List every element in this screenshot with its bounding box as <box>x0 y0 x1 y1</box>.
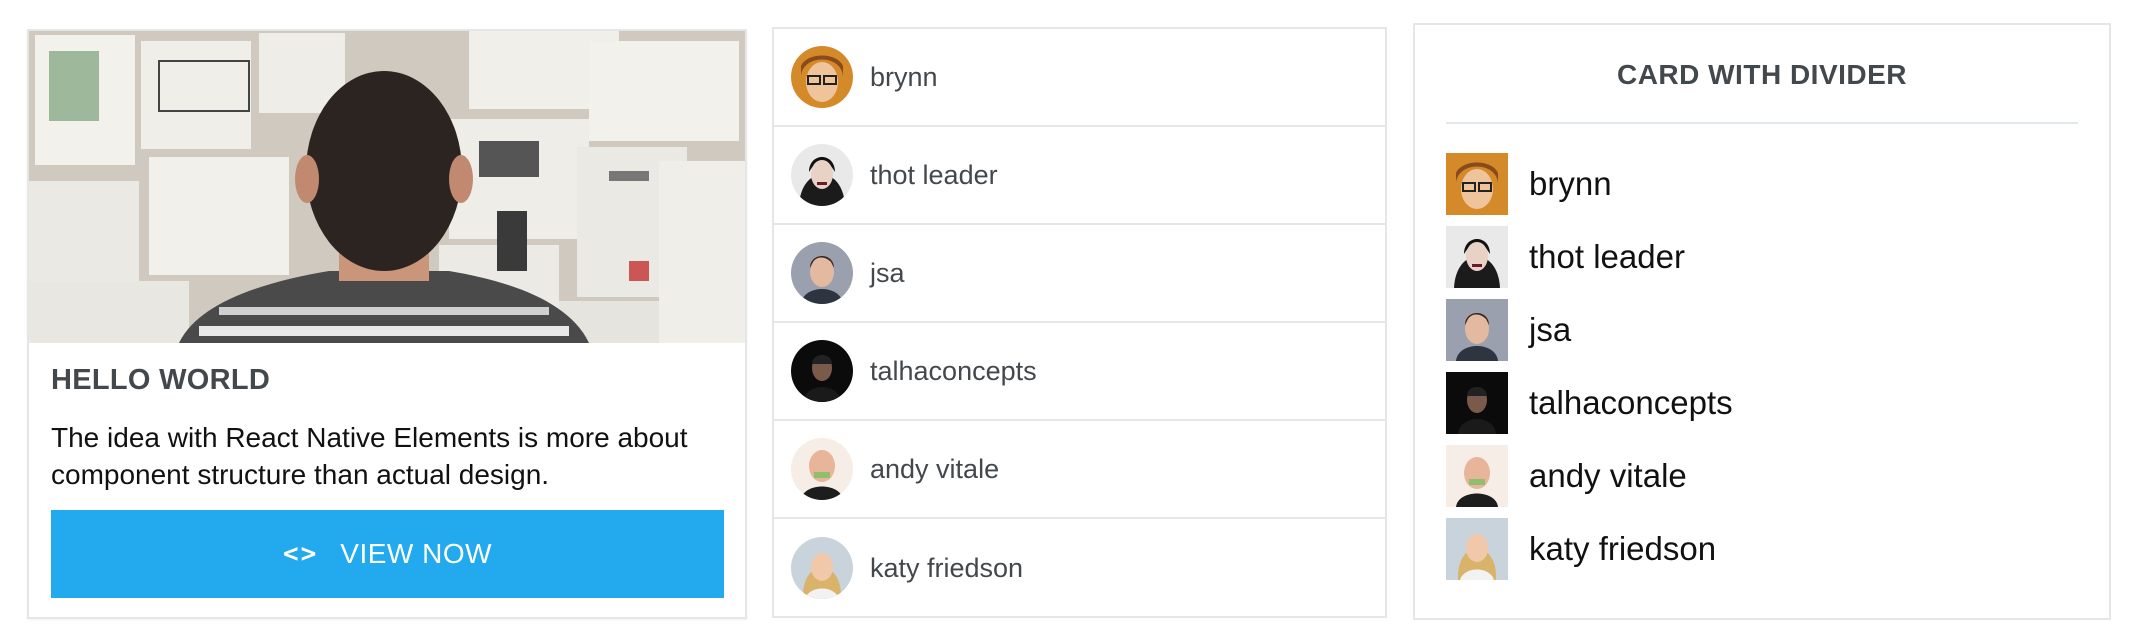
card-with-divider: CARD WITH DIVIDER brynn thot leader jsa … <box>1413 23 2111 620</box>
user-name: talhaconcepts <box>1529 384 1733 421</box>
avatar-jsa <box>791 242 853 304</box>
avatar-talhaconcepts <box>791 340 853 402</box>
avatar-thot-leader <box>791 144 853 206</box>
card-title: CARD WITH DIVIDER <box>1616 59 1908 90</box>
list-item[interactable]: andy vitale <box>774 421 1385 519</box>
avatar-andy-vitale <box>791 438 853 500</box>
avatar-brynn <box>791 46 853 108</box>
user-row: andy vitale <box>1446 445 1687 507</box>
user-row: thot leader <box>1446 226 1685 288</box>
avatar-andy-vitale <box>1446 445 1508 507</box>
user-name: jsa <box>1529 311 1572 348</box>
user-row: jsa <box>1446 299 1571 361</box>
card-hero-image <box>29 31 745 343</box>
code-icon: <> <box>282 539 319 569</box>
user-row: brynn <box>1446 153 1612 215</box>
list-item[interactable]: jsa <box>774 225 1385 323</box>
list-item[interactable]: katy friedson <box>774 519 1385 617</box>
view-now-label: VIEW NOW <box>340 538 493 569</box>
user-row: talhaconcepts <box>1446 372 1733 434</box>
avatar-brynn <box>1446 153 1508 215</box>
user-name: brynn <box>1529 165 1612 202</box>
view-now-button[interactable]: <> VIEW NOW <box>51 510 724 598</box>
avatar-talhaconcepts <box>1446 372 1508 434</box>
avatar-thot-leader <box>1446 226 1508 288</box>
card-divider-line <box>1446 122 2078 124</box>
list-item-label: talhaconcepts <box>870 355 1037 386</box>
list-item-label: andy vitale <box>870 453 1000 484</box>
user-name: thot leader <box>1529 238 1685 275</box>
avatar-katy-friedson <box>791 537 853 599</box>
card-description: The idea with React Native Elements is m… <box>51 422 688 490</box>
list-item[interactable]: thot leader <box>774 127 1385 225</box>
image-card: HELLO WORLD The idea with React Native E… <box>27 29 747 619</box>
list-item-label: brynn <box>870 61 938 92</box>
card-title: HELLO WORLD <box>51 364 271 396</box>
avatar-jsa <box>1446 299 1508 361</box>
avatar-katy-friedson <box>1446 518 1508 580</box>
list-item-label: jsa <box>870 257 905 288</box>
list-item-label: katy friedson <box>870 552 1024 583</box>
user-name: andy vitale <box>1529 457 1687 494</box>
user-name: katy friedson <box>1529 530 1717 567</box>
user-row: katy friedson <box>1446 518 1716 580</box>
list-item[interactable]: brynn <box>774 29 1385 127</box>
users-list-card: brynn thot leader jsa talhaconcepts andy… <box>772 27 1387 618</box>
page: HELLO WORLD The idea with React Native E… <box>0 0 2135 640</box>
list-item-label: thot leader <box>870 159 998 190</box>
list-item[interactable]: talhaconcepts <box>774 323 1385 421</box>
